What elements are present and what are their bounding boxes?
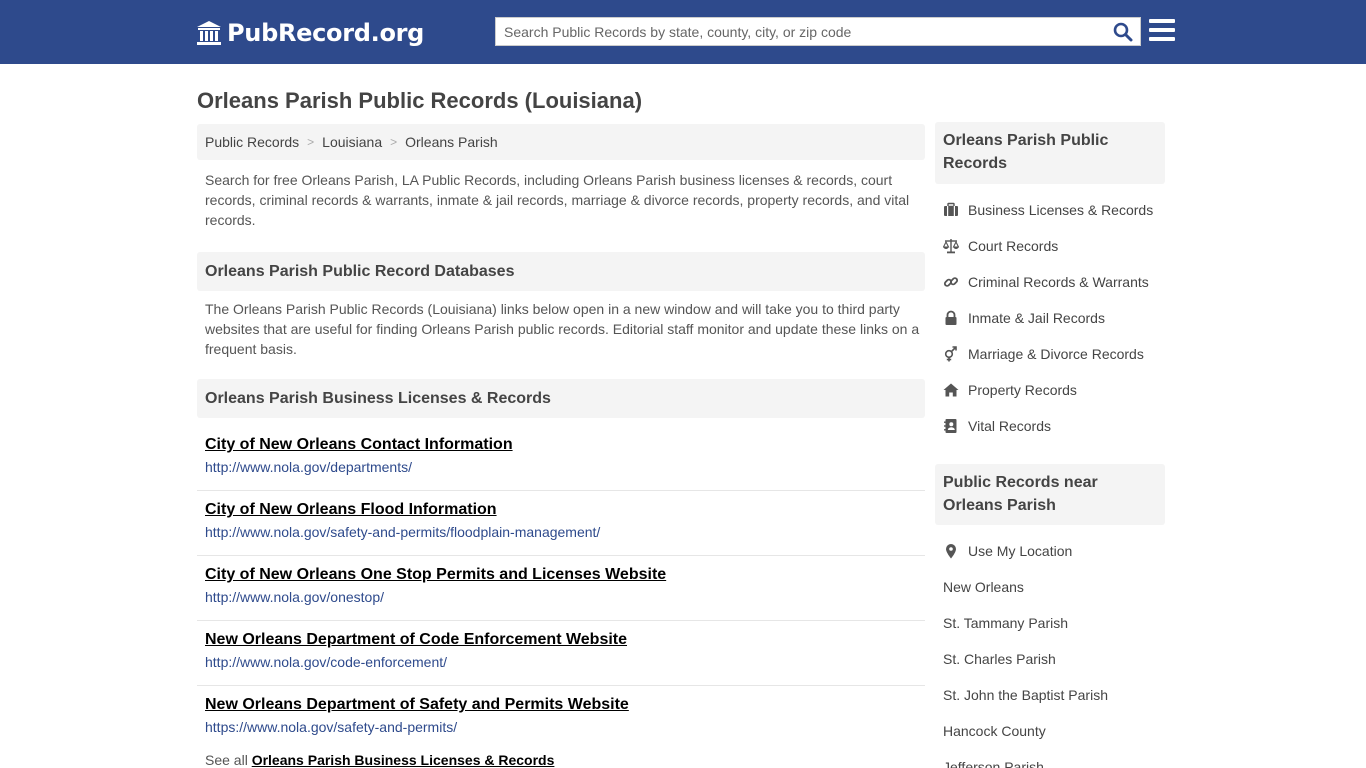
see-all-link[interactable]: Orleans Parish Business Licenses & Recor… (252, 752, 555, 768)
address-book-icon (944, 419, 957, 433)
record-url-link[interactable]: http://www.nola.gov/onestop/ (205, 589, 925, 605)
sidebar-item-label: Property Records (968, 382, 1077, 398)
record-title-link[interactable]: City of New Orleans Contact Information (205, 436, 513, 454)
use-my-location-button[interactable]: Use My Location (943, 533, 1165, 569)
sidebar-item-vital-records[interactable]: Vital Records (943, 408, 1165, 444)
sidebar-item-property-records[interactable]: Property Records (943, 372, 1165, 408)
see-all-prefix: See all (205, 752, 248, 768)
sidebar-records-heading: Orleans Parish Public Records (935, 122, 1165, 184)
databases-description: The Orleans Parish Public Records (Louis… (205, 301, 920, 357)
sidebar-item-label: Vital Records (968, 418, 1052, 434)
record-url-link[interactable]: https://www.nola.gov/safety-and-permits/ (205, 719, 925, 735)
sidebar-item-label: Court Records (968, 238, 1059, 254)
sidebar-item-inmate-records[interactable]: Inmate & Jail Records (943, 300, 1165, 336)
nearby-link-st-john[interactable]: St. John the Baptist Parish (943, 677, 1165, 713)
sidebar-item-label: Marriage & Divorce Records (968, 346, 1144, 362)
sidebar-item-business-licenses[interactable]: Business Licenses & Records (943, 192, 1165, 228)
sidebar-item-criminal-records[interactable]: Criminal Records & Warrants (943, 264, 1165, 300)
search-icon (1113, 22, 1133, 41)
hamburger-menu-icon[interactable] (1149, 19, 1175, 43)
record-title-link[interactable]: City of New Orleans One Stop Permits and… (205, 566, 666, 584)
breadcrumb-louisiana[interactable]: Louisiana (322, 134, 382, 150)
sidebar-records-list: Business Licenses & Records Court Record… (943, 192, 1165, 444)
breadcrumb-public-records[interactable]: Public Records (205, 134, 299, 150)
sidebar-item-court-records[interactable]: Court Records (943, 228, 1165, 264)
site-logo[interactable]: PubRecord.org (195, 18, 424, 48)
business-licenses-heading: Orleans Parish Business Licenses & Recor… (197, 379, 925, 418)
sidebar-nearby-list: Use My Location New Orleans St. Tammany … (943, 533, 1165, 768)
page-title: Orleans Parish Public Records (Louisiana… (197, 88, 643, 113)
sidebar-item-label: Business Licenses & Records (968, 202, 1154, 218)
breadcrumb-separator: > (307, 135, 315, 149)
record-title-link[interactable]: New Orleans Department of Code Enforceme… (205, 631, 627, 649)
nearby-link-hancock[interactable]: Hancock County (943, 713, 1165, 749)
home-icon (943, 383, 959, 397)
record-url-link[interactable]: http://www.nola.gov/safety-and-permits/f… (205, 524, 925, 540)
gender-icon (944, 346, 957, 362)
record-list: City of New Orleans Contact Information … (197, 426, 925, 751)
nearby-link-st-tammany[interactable]: St. Tammany Parish (943, 605, 1165, 641)
list-item: City of New Orleans Flood Information ht… (197, 491, 925, 556)
breadcrumb-separator: > (390, 135, 398, 149)
intro-text: Search for free Orleans Parish, LA Publi… (205, 172, 910, 228)
list-item: New Orleans Department of Code Enforceme… (197, 621, 925, 686)
sidebar-item-label: Criminal Records & Warrants (968, 274, 1149, 290)
briefcase-icon (944, 202, 958, 216)
sidebar-item-marriage-records[interactable]: Marriage & Divorce Records (943, 336, 1165, 372)
top-header: PubRecord.org (0, 0, 1366, 64)
sidebar-nearby-heading: Public Records near Orleans Parish (935, 464, 1165, 525)
lock-icon (945, 310, 957, 325)
search-bar (495, 17, 1141, 46)
nearby-link-jefferson[interactable]: Jefferson Parish (943, 749, 1165, 768)
record-url-link[interactable]: http://www.nola.gov/code-enforcement/ (205, 654, 925, 670)
use-location-label: Use My Location (968, 543, 1073, 559)
record-title-link[interactable]: City of New Orleans Flood Information (205, 501, 497, 519)
record-url-link[interactable]: http://www.nola.gov/departments/ (205, 459, 925, 475)
menu-bar (1149, 28, 1175, 32)
scales-icon (943, 239, 959, 254)
menu-bar (1149, 19, 1175, 23)
record-title-link[interactable]: New Orleans Department of Safety and Per… (205, 696, 629, 714)
nearby-link-st-charles[interactable]: St. Charles Parish (943, 641, 1165, 677)
search-input[interactable] (496, 18, 1106, 45)
see-all-row: See all Orleans Parish Business Licenses… (205, 752, 554, 768)
logo-text: PubRecord.org (227, 19, 425, 47)
list-item: New Orleans Department of Safety and Per… (197, 686, 925, 751)
search-button[interactable] (1106, 18, 1140, 45)
sidebar-item-label: Inmate & Jail Records (968, 310, 1105, 326)
menu-bar (1149, 37, 1175, 41)
nearby-link-new-orleans[interactable]: New Orleans (943, 569, 1165, 605)
breadcrumb: Public Records > Louisiana > Orleans Par… (197, 124, 925, 160)
databases-heading: Orleans Parish Public Record Databases (197, 252, 925, 291)
map-marker-icon (946, 544, 956, 559)
list-item: City of New Orleans Contact Information … (197, 426, 925, 491)
courthouse-icon (197, 21, 221, 45)
link-icon (943, 277, 959, 287)
list-item: City of New Orleans One Stop Permits and… (197, 556, 925, 621)
breadcrumb-orleans-parish[interactable]: Orleans Parish (405, 134, 498, 150)
